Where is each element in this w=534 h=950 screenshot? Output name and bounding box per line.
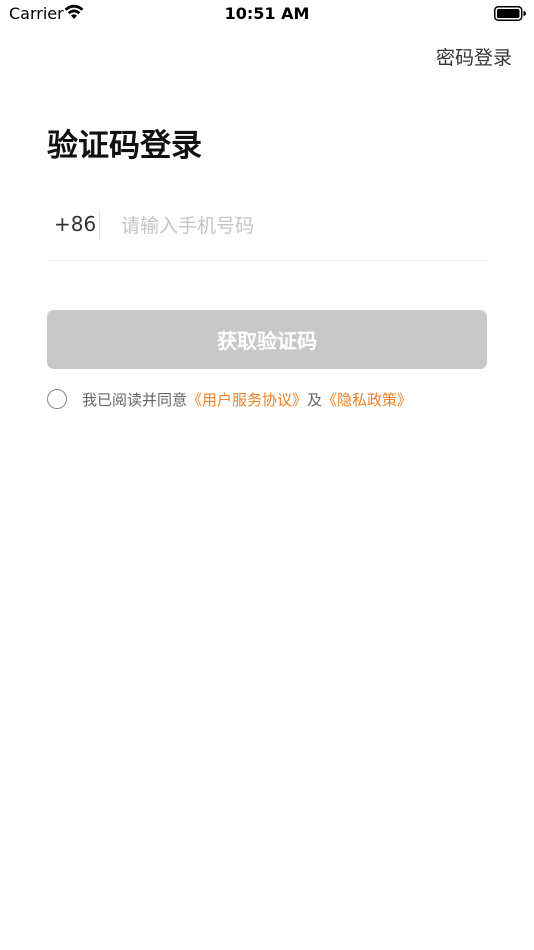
- get-verification-code-button[interactable]: 获取验证码: [47, 310, 487, 369]
- privacy-policy-link[interactable]: 《隐私政策》: [322, 389, 412, 410]
- agreement-conjunction: 及: [307, 390, 323, 409]
- page-title: 验证码登录: [47, 128, 202, 164]
- battery-icon: [494, 6, 526, 26]
- status-time: 10:51 AM: [224, 4, 310, 23]
- country-code[interactable]: +86: [54, 212, 96, 236]
- agreement-row: 我已阅读并同意 《用户服务协议》 及 《隐私政策》: [47, 386, 412, 412]
- user-agreement-link[interactable]: 《用户服务协议》: [187, 389, 307, 410]
- status-bar: Carrier 10:51 AM: [0, 0, 534, 28]
- phone-number-input[interactable]: [121, 206, 481, 246]
- phone-input-row: +86: [47, 202, 487, 261]
- password-login-link[interactable]: 密码登录: [436, 43, 512, 70]
- agree-checkbox-circle-icon[interactable]: [47, 389, 67, 409]
- country-code-divider: [99, 210, 100, 240]
- agreement-prefix: 我已阅读并同意: [82, 390, 188, 409]
